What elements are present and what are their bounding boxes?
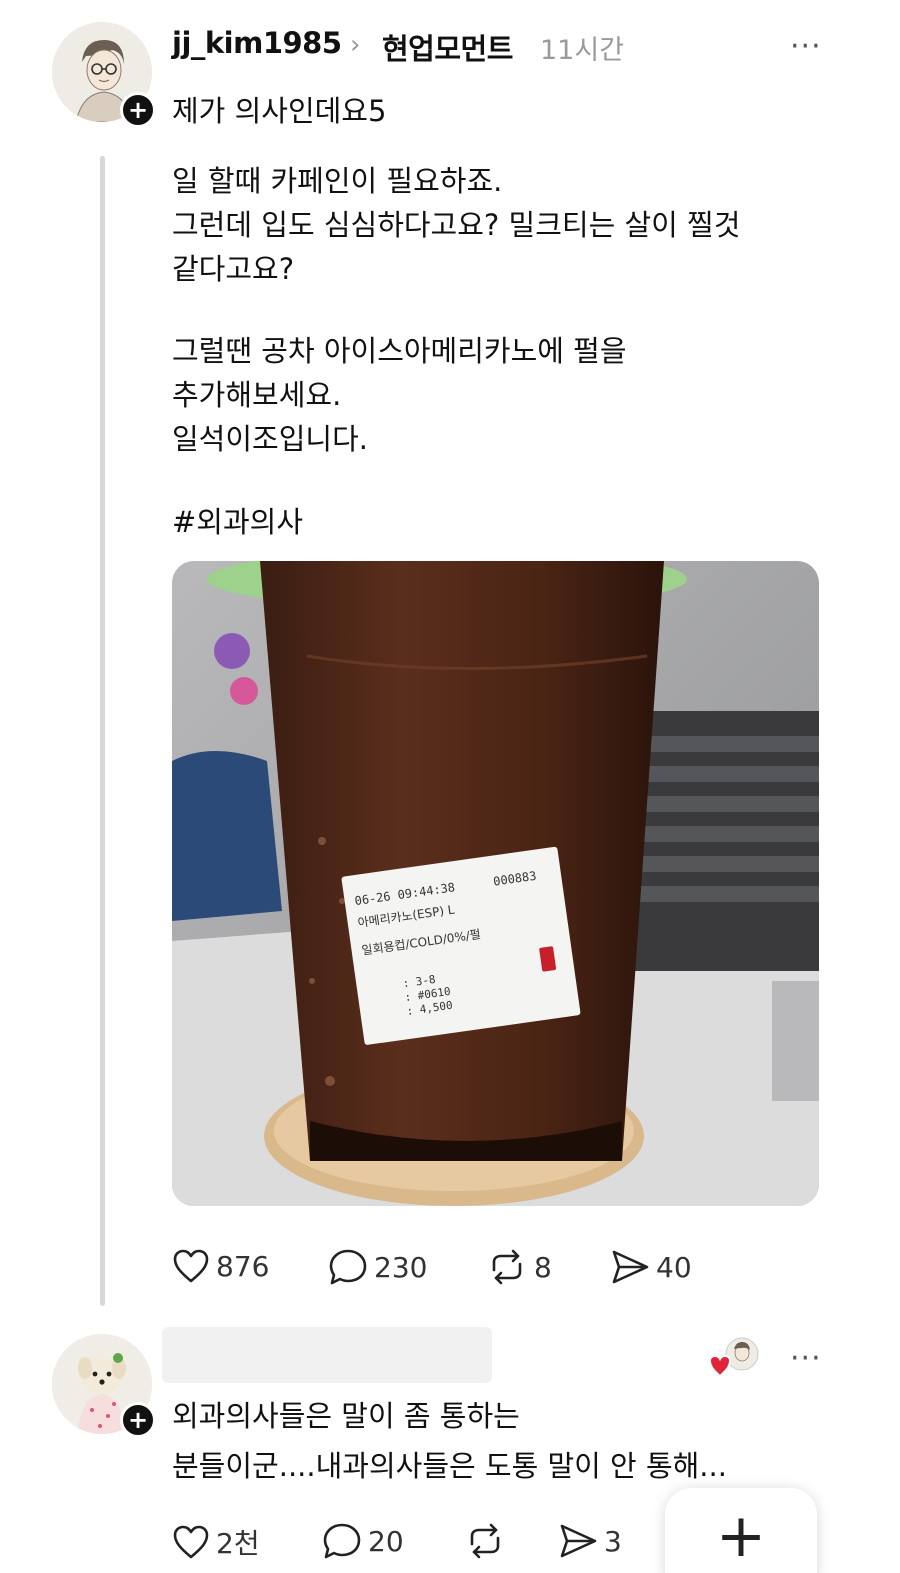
repost-button[interactable]: 8 xyxy=(486,1248,552,1286)
comment-bubble-icon xyxy=(323,1523,361,1559)
reply-repost-button[interactable] xyxy=(464,1522,506,1560)
follow-plus-icon[interactable]: + xyxy=(120,1402,156,1438)
heart-icon xyxy=(173,1525,209,1559)
plus-icon: + xyxy=(715,1501,767,1571)
comment-bubble-icon xyxy=(329,1249,367,1285)
post-time: 11시간 xyxy=(540,35,625,66)
post-photo[interactable]: 06-26 09:44:38 000883 아메리카노(ESP) L 일회용컵/… xyxy=(172,561,819,1206)
heart-filled-icon xyxy=(708,1354,732,1378)
post-hashtag[interactable]: #외과의사 xyxy=(172,499,303,541)
reply-like-count: 2천 xyxy=(216,1527,260,1560)
thread-connector-line xyxy=(100,156,105,1306)
post-text-line: 그런데 입도 심심하다고요? 밀크티는 살이 찔것 xyxy=(172,208,741,242)
liked-by-author-indicator xyxy=(708,1336,760,1380)
post-title: 제가 의사인데요5 xyxy=(172,94,387,128)
post-text-line: 같다고요? xyxy=(172,252,295,286)
comment-count: 230 xyxy=(374,1250,428,1284)
send-icon xyxy=(612,1250,649,1284)
reply-more-options-icon[interactable]: ··· xyxy=(790,1344,822,1374)
reply-text-line: 외과의사들은 말이 좀 통하는 xyxy=(172,1399,520,1433)
author-username[interactable]: jj_kim1985 xyxy=(172,26,342,60)
heart-icon xyxy=(173,1249,209,1283)
share-count: 40 xyxy=(656,1250,692,1284)
post-text-line: 일 할때 카페인이 필요하죠. xyxy=(172,164,503,198)
share-button[interactable]: 40 xyxy=(610,1248,692,1286)
reply-comment-button[interactable]: 20 xyxy=(322,1522,404,1560)
repost-count: 8 xyxy=(534,1250,552,1284)
reply-share-count: 3 xyxy=(604,1524,622,1558)
like-count: 876 xyxy=(216,1249,270,1283)
reply-comment-count: 20 xyxy=(368,1524,404,1558)
post-text-line: 추가해보세요. xyxy=(172,378,342,412)
reply-username-redacted xyxy=(162,1327,492,1383)
reply-text-line: 분들이군....내과의사들은 도통 말이 안 통해... xyxy=(172,1449,727,1483)
post-text-line: 그럴땐 공차 아이스아메리카노에 펄을 xyxy=(172,334,627,368)
repost-icon xyxy=(492,1249,522,1285)
threads-feed: + jj_kim1985 › 현업모먼트 11시간 ··· 제가 의사인데요5 … xyxy=(0,0,900,1573)
chevron-right-icon: › xyxy=(350,30,361,60)
send-icon xyxy=(560,1524,597,1558)
comment-button[interactable]: 230 xyxy=(328,1248,427,1286)
repost-icon xyxy=(470,1523,500,1559)
reply-like-button[interactable]: 2천 xyxy=(172,1522,260,1562)
topic-tag[interactable]: 현업모먼트 xyxy=(382,26,513,68)
more-options-icon[interactable]: ··· xyxy=(790,32,822,62)
post-text-line: 일석이조입니다. xyxy=(172,422,368,456)
follow-plus-icon[interactable]: + xyxy=(120,92,156,128)
like-button[interactable]: 876 xyxy=(172,1248,269,1284)
reply-share-button[interactable]: 3 xyxy=(558,1522,622,1560)
compose-fab-button[interactable]: + xyxy=(665,1488,817,1573)
